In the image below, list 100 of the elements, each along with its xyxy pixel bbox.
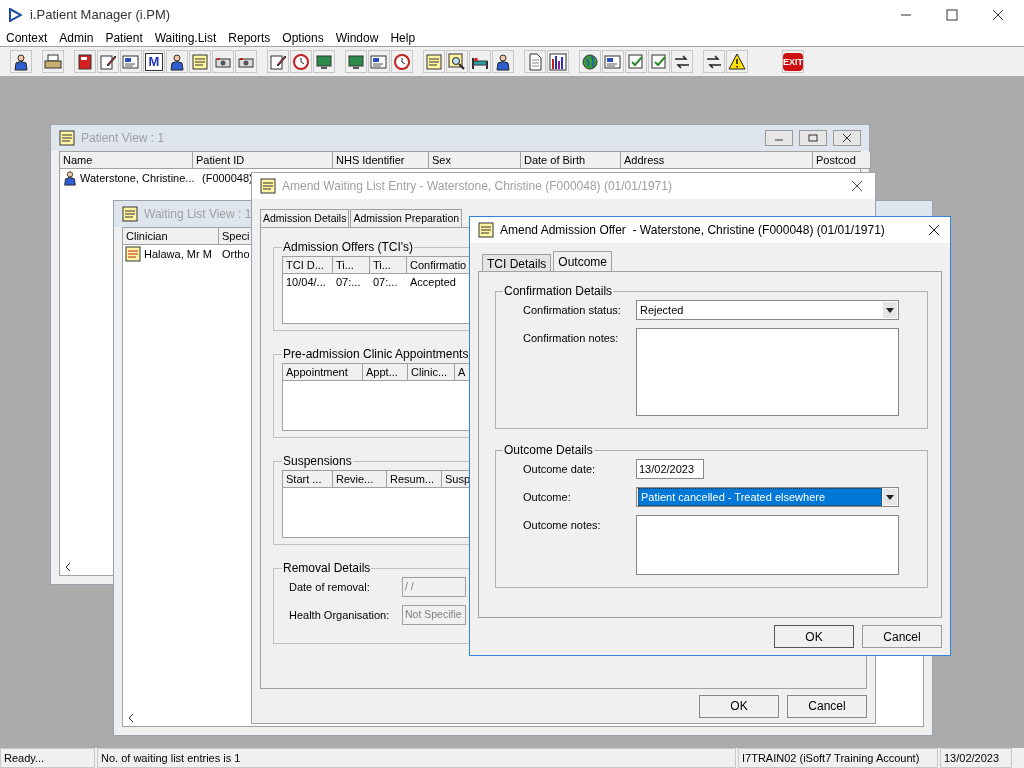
column-header[interactable]: Address [621,152,813,169]
column-header[interactable]: Clinician [123,228,219,245]
toolbar-button[interactable] [235,50,257,73]
toolbar-button[interactable] [492,50,514,73]
column-header[interactable]: Appointment [283,364,363,381]
status-text: Ready... [0,748,95,768]
column-header[interactable]: Speci [219,228,253,245]
toolbar-button[interactable] [469,50,491,73]
column-header[interactable]: Revie... [333,471,387,488]
column-header[interactable]: Appt... [363,364,408,381]
card-icon [122,52,140,71]
menu-item[interactable]: Admin [53,30,100,46]
close-button[interactable] [833,130,861,146]
dropdown[interactable]: Rejected [636,300,899,320]
column-header[interactable]: Start ... [283,471,333,488]
ok-button[interactable]: OK [774,625,854,648]
cancel-button[interactable]: Cancel [787,694,867,718]
globe-icon [581,52,599,71]
toolbar-button[interactable]: EXIT [782,50,804,73]
toolbar-button[interactable] [368,50,390,73]
toolbar-button[interactable] [391,50,413,73]
toolbar-button[interactable] [671,50,693,73]
toolbar-button[interactable] [602,50,624,73]
menu-item[interactable]: Help [384,30,422,46]
column-header[interactable]: Sex [429,152,521,169]
toolbar-button[interactable]: M [143,50,165,73]
notes-field[interactable] [636,328,899,416]
column-header[interactable]: Postcod [813,152,871,169]
close-icon[interactable] [928,224,940,236]
column-header[interactable]: Patient ID [193,152,333,169]
notes-field[interactable] [636,515,899,575]
column-header[interactable]: Resum... [387,471,442,488]
window-title: Patient View : 1 [81,130,165,147]
close-icon[interactable] [851,180,863,192]
menu-item[interactable]: Patient [99,30,149,46]
notepad-icon [59,130,75,146]
menu-item[interactable]: Context [0,30,54,46]
menu-item[interactable]: Options [276,30,330,46]
field-label: Health Organisation: [288,607,391,623]
window-title: Amend Waiting List Entry - Waterstone, Christine (F000048) (01/01/1971) [282,178,672,195]
group-label: Suspensions [282,453,353,470]
toolbar-button[interactable] [166,50,188,73]
notepad-icon [260,178,276,194]
toolbar-button[interactable] [290,50,312,73]
toolbar-button[interactable] [42,50,64,73]
arrows-icon [705,52,723,71]
toolbar-button[interactable] [726,50,748,73]
tab[interactable]: Outcome [553,251,613,271]
maximize-button[interactable] [799,130,827,146]
person-icon [494,52,512,71]
group-label: Removal Details [282,560,372,577]
close-icon[interactable] [992,9,1004,21]
notepad-icon [478,222,494,238]
minimize-button[interactable] [765,130,793,146]
note-icon [425,52,443,71]
notepad-icon [125,246,141,262]
toolbar-button[interactable] [212,50,234,73]
toolbar-button[interactable] [313,50,335,73]
field-label: Outcome date: [523,462,597,477]
date-field[interactable]: 13/02/2023 [636,459,704,479]
maximize-icon[interactable] [946,9,958,21]
person-icon [168,52,186,71]
toolbar-button[interactable] [97,50,119,73]
column-header[interactable]: Ti... [370,257,407,274]
column-header[interactable]: Date of Birth [521,152,621,169]
person-icon [62,170,78,186]
column-header[interactable]: Clinic... [408,364,455,381]
cancel-button[interactable]: Cancel [862,625,942,648]
ok-button[interactable]: OK [699,694,779,718]
dropdown[interactable]: Patient cancelled - Treated elsewhere [636,487,899,507]
arrows-icon [673,52,691,71]
group-label: Confirmation Details [503,283,614,300]
group-label: Pre-admission Clinic Appointments [282,346,470,363]
toolbar-button[interactable] [703,50,725,73]
toolbar-button[interactable] [10,50,32,73]
column-header[interactable]: NHS Identifier [333,152,429,169]
toolbar-button[interactable] [446,50,468,73]
toolbar-button[interactable] [547,50,569,73]
column-header[interactable]: Ti... [333,257,370,274]
column-header[interactable]: Name [60,152,193,169]
notepad-icon [122,206,138,222]
toolbar-button[interactable] [267,50,289,73]
field-label: Confirmation notes: [523,331,620,346]
toolbar-button[interactable] [120,50,142,73]
column-header[interactable]: Confirmatio [407,257,471,274]
menu-item[interactable]: Waiting.List [148,30,223,46]
monitor-icon [347,52,365,71]
column-header[interactable]: TCI D... [283,257,333,274]
tab[interactable]: TCI Details [482,254,552,271]
tab[interactable]: Admission Details [260,209,350,227]
bar-chart-icon [549,52,567,71]
menu-item[interactable]: Reports [222,30,277,46]
toolbar-button[interactable] [579,50,601,73]
menu-item[interactable]: Window [329,30,385,46]
toolbar-button[interactable] [345,50,367,73]
table-cell-text: 07:... [335,274,362,290]
toolbar-button[interactable] [74,50,96,73]
tab[interactable]: Admission Preparation [350,209,463,227]
status-text: 13/02/2023 [940,748,1012,768]
window-title: Waiting List View : 1 [144,206,252,223]
